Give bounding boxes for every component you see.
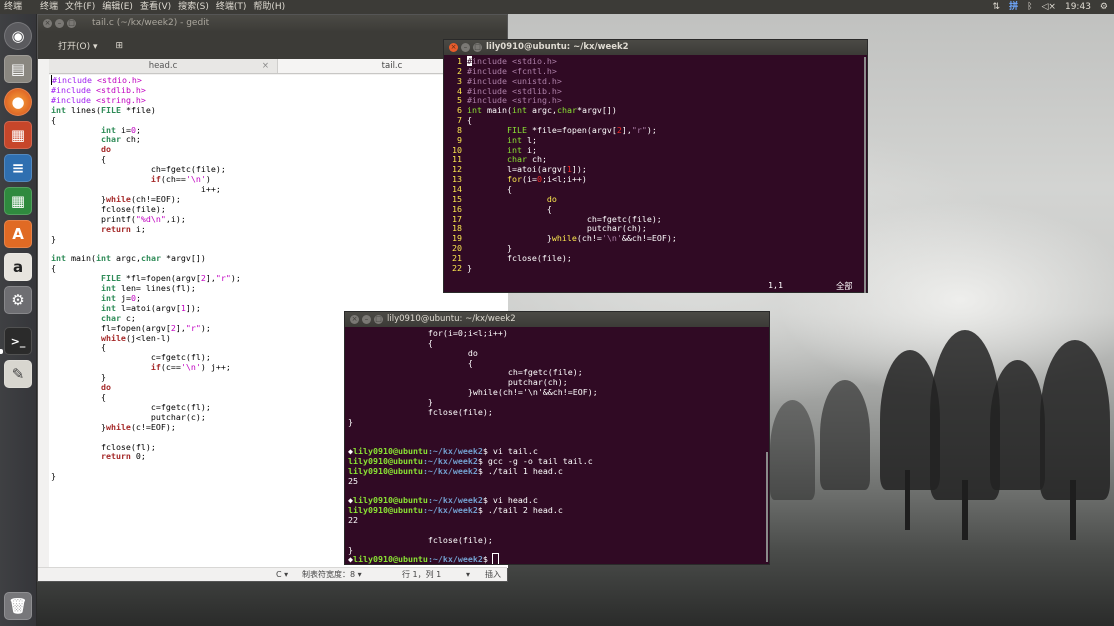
vim-scroll-position: 全部: [836, 281, 853, 291]
status-bar: C ▾ 制表符宽度：8 ▾ 行 1，列 1 ▾ 插入: [38, 567, 507, 581]
prompt-line: ◆lily0910@ubuntu:~/kx/week2$: [348, 553, 769, 564]
gedit-toolbar: 打开(O) ▾ ⊞: [38, 32, 507, 59]
maximize-icon[interactable]: □: [374, 315, 383, 324]
minimize-icon[interactable]: –: [55, 19, 64, 28]
clock[interactable]: 19:43: [1065, 0, 1091, 14]
volume-icon[interactable]: ◁×: [1042, 0, 1056, 14]
tab-label: tail.c: [381, 61, 403, 71]
code-line: int main(int argc,char *argv[]): [51, 253, 206, 264]
trash-icon[interactable]: 🗑: [4, 592, 32, 620]
firefox-icon[interactable]: ●: [4, 88, 32, 116]
prompt-line: lily0910@ubuntu:~/kx/week2$ ./tail 1 hea…: [348, 465, 563, 476]
output-line: }: [348, 416, 353, 427]
scrollbar[interactable]: [864, 57, 866, 293]
new-document-icon[interactable]: ⊞: [116, 41, 124, 51]
close-icon[interactable]: ×: [449, 43, 458, 52]
amazon-icon[interactable]: a: [4, 253, 32, 281]
terminal-icon[interactable]: >_: [4, 327, 32, 355]
software-center-icon[interactable]: A: [4, 220, 32, 248]
active-app-name: 终端: [4, 2, 23, 12]
vim-command-line: 1,1 全部: [444, 280, 867, 292]
system-tray: ⇅ 拼 ᛒ ◁× 19:43 ⚙: [993, 0, 1108, 14]
prompt-line: lily0910@ubuntu:~/kx/week2$ ./tail 2 hea…: [348, 505, 563, 516]
calc-icon[interactable]: ▦: [4, 187, 32, 215]
impress-icon[interactable]: ▦: [4, 121, 32, 149]
terminal-titlebar[interactable]: × – □ lily0910@ubuntu: ~/kx/week2: [444, 40, 867, 55]
shell-output[interactable]: for(i=0;i<l;i++) { do { ch=fgetc(file); …: [345, 327, 769, 564]
vim-terminal-window[interactable]: × – □ lily0910@ubuntu: ~/kx/week2 1 #inc…: [443, 39, 868, 293]
running-indicator: [0, 349, 3, 354]
files-icon[interactable]: ▤: [4, 55, 32, 83]
vim-ruler: 1,1: [768, 280, 783, 290]
text-editor-icon[interactable]: ✎: [4, 360, 32, 388]
menu-search[interactable]: 搜索(S): [178, 0, 209, 14]
code-line: }: [51, 233, 56, 244]
system-settings-icon[interactable]: ⚙: [4, 286, 32, 314]
input-method-indicator[interactable]: 拼: [1009, 0, 1018, 14]
vim-buffer[interactable]: 1 #include <stdio.h> 2 #include <fcntl.h…: [444, 55, 867, 278]
close-tab-icon[interactable]: ×: [262, 59, 269, 74]
dash-home-icon[interactable]: ◉: [4, 22, 32, 50]
code-line: char ch;: [100, 134, 141, 145]
output-line: 25: [348, 475, 358, 486]
vim-line: 6 int main(int argc,char*argv[]): [447, 105, 617, 116]
scrollbar[interactable]: [766, 452, 768, 562]
gedit-titlebar[interactable]: × – □ tail.c (~/kx/week2) - gedit: [38, 15, 507, 32]
minimize-icon[interactable]: –: [362, 315, 371, 324]
window-title: lily0910@ubuntu: ~/kx/week2: [387, 314, 516, 324]
vim-line: 22 }: [447, 262, 472, 273]
menu-view[interactable]: 查看(V): [140, 0, 171, 14]
maximize-icon[interactable]: □: [67, 19, 76, 28]
output-line: fclose(file);: [348, 406, 493, 417]
open-button[interactable]: 打开(O) ▾: [58, 39, 98, 52]
insert-mode[interactable]: 插入: [485, 568, 501, 582]
tab-head-c[interactable]: head.c ×: [49, 59, 278, 73]
output-line: fclose(file);: [348, 534, 493, 545]
tab-label: head.c: [148, 61, 178, 71]
launcher: ◉ ▤ ● ▦ ≡ ▦ A a ⚙ >_ ✎ 🗑: [0, 14, 37, 626]
tab-width-selector[interactable]: 制表符宽度：8 ▾: [302, 568, 362, 582]
menu-file[interactable]: 文件(F): [65, 0, 95, 14]
window-title: tail.c (~/kx/week2) - gedit: [92, 18, 210, 28]
menu-terminal[interactable]: 终端: [40, 0, 58, 14]
network-icon[interactable]: ⇅: [993, 0, 1001, 14]
code-line: return i;: [100, 223, 146, 234]
terminal-titlebar[interactable]: × – □ lily0910@ubuntu: ~/kx/week2: [345, 312, 769, 327]
cursor-position: 行 1，列 1: [402, 570, 442, 579]
menu-edit[interactable]: 编辑(E): [102, 0, 133, 14]
vim-line: 21 fclose(file);: [447, 252, 572, 263]
close-icon[interactable]: ×: [350, 315, 359, 324]
menu-help[interactable]: 帮助(H): [253, 0, 285, 14]
writer-icon[interactable]: ≡: [4, 154, 32, 182]
minimize-icon[interactable]: –: [461, 43, 470, 52]
bluetooth-icon[interactable]: ᛒ: [1027, 0, 1032, 14]
position-dropdown[interactable]: ▾: [466, 568, 470, 582]
code-line: int lines(FILE *file): [51, 104, 156, 115]
output-line: 22: [348, 515, 358, 526]
code-line: do: [100, 144, 111, 155]
top-panel: 终端 终端 文件(F) 编辑(E) 查看(V) 搜索(S) 终端(T) 帮助(H…: [0, 0, 1114, 14]
gear-icon[interactable]: ⚙: [1100, 0, 1108, 14]
maximize-icon[interactable]: □: [473, 43, 482, 52]
shell-terminal-window[interactable]: × – □ lily0910@ubuntu: ~/kx/week2 for(i=…: [344, 311, 770, 565]
close-icon[interactable]: ×: [43, 19, 52, 28]
tab-bar: head.c × tail.c: [49, 59, 507, 74]
language-selector[interactable]: C ▾: [276, 568, 288, 582]
vim-empty-line: ~: [447, 272, 452, 278]
window-title: lily0910@ubuntu: ~/kx/week2: [486, 42, 629, 52]
text-cursor: [491, 553, 499, 564]
menu-terminal-t[interactable]: 终端(T): [216, 0, 247, 14]
